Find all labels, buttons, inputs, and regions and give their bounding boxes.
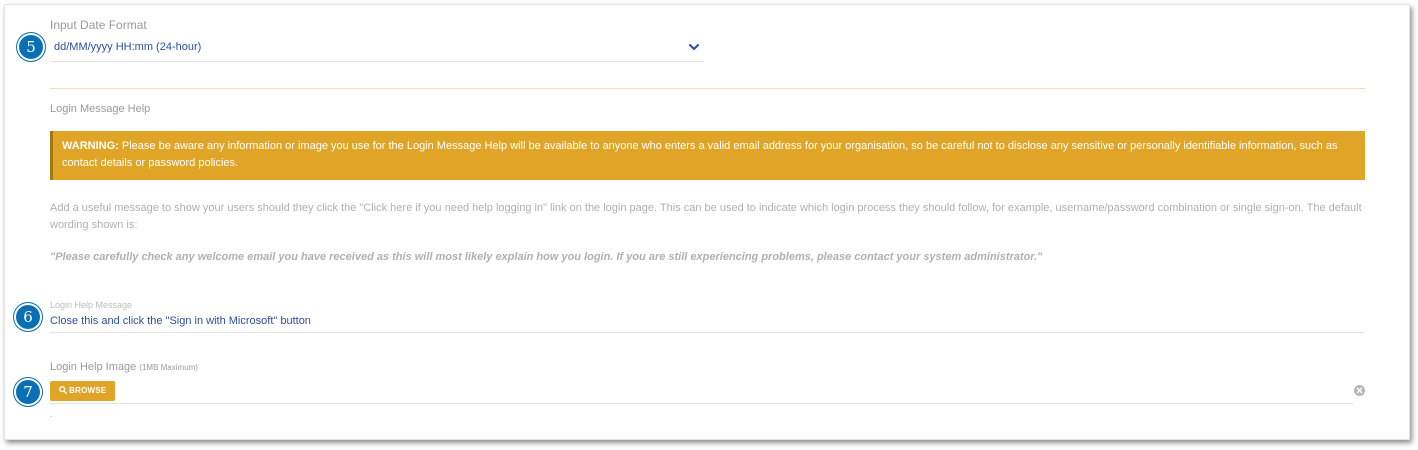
search-icon <box>58 386 67 394</box>
warning-box: WARNING: Please be aware any information… <box>50 131 1365 180</box>
date-format-value: dd/MM/yyyy HH:mm (24-hour) <box>54 41 202 53</box>
date-format-select[interactable]: dd/MM/yyyy HH:mm (24-hour) <box>50 36 704 62</box>
warning-title: WARNING: <box>62 140 119 152</box>
marker-badge-6: 6 <box>16 305 40 329</box>
login-help-image-label-text: Login Help Image <box>50 361 137 373</box>
help-description: Add a useful message to show your users … <box>50 202 1362 231</box>
marker-badge-7: 7 <box>16 380 40 404</box>
clear-icon[interactable] <box>1354 385 1365 396</box>
login-message-help-label: Login Message Help <box>50 103 151 115</box>
marker-badge-5: 5 <box>19 35 43 59</box>
login-help-message-input[interactable]: Close this and click the "Sign in with M… <box>50 312 1365 333</box>
browse-button[interactable]: BROWSE <box>50 381 115 401</box>
login-help-image-size-note: (1MB Maximum) <box>139 363 198 372</box>
date-format-label: Input Date Format <box>50 18 147 32</box>
browse-button-label: BROWSE <box>69 386 107 395</box>
file-name-placeholder: . <box>50 410 53 419</box>
section-divider <box>50 88 1365 89</box>
warning-text: Please be aware any information or image… <box>62 140 1338 169</box>
login-help-image-label: Login Help Image (1MB Maximum) <box>50 361 198 373</box>
default-wording-quote: "Please carefully check any welcome emai… <box>50 251 1043 263</box>
chevron-down-icon <box>689 44 699 50</box>
file-input-line <box>50 403 1353 404</box>
login-help-message-value: Close this and click the "Sign in with M… <box>50 315 311 327</box>
login-help-message-label: Login Help Message <box>50 300 133 310</box>
